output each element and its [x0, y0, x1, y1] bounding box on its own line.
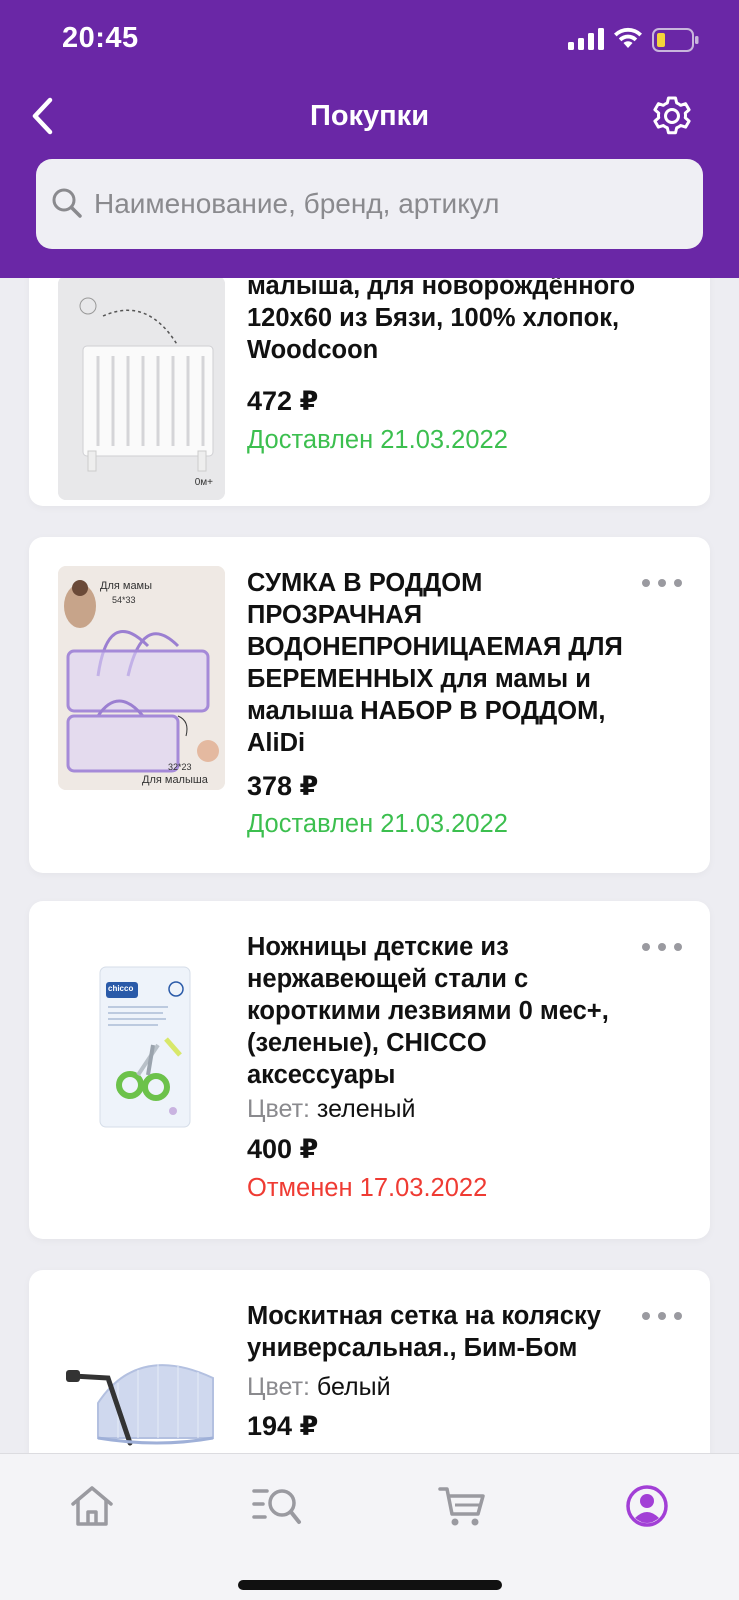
image-age-label: 0м+	[194, 477, 213, 488]
tab-profile[interactable]	[617, 1478, 677, 1538]
search-icon	[50, 186, 86, 222]
purchase-card[interactable]: 0м+ малыша, для новорождённого 120х60 из…	[29, 278, 710, 506]
page-title: Покупки	[309, 100, 430, 132]
cellular-signal-icon	[568, 28, 604, 55]
wifi-icon	[613, 26, 643, 55]
product-image-bag: Для мамы 54*33 32*23 Для малыша	[58, 566, 225, 790]
product-color: Цвет: зеленый	[247, 1095, 415, 1124]
image-label-mom-size: 54*33	[112, 595, 136, 605]
tab-cart[interactable]	[432, 1478, 492, 1538]
color-label: Цвет:	[247, 1095, 310, 1123]
status-time: 20:45	[62, 22, 139, 54]
more-options-button[interactable]	[642, 1304, 682, 1328]
product-price: 194 ₽	[247, 1411, 319, 1441]
purchase-card[interactable]: chicco Ножницы детские из нержавеющей ст…	[29, 901, 710, 1239]
status-bar: 20:45	[0, 0, 739, 80]
product-price: 400 ₽	[247, 1134, 319, 1164]
product-price: 472 ₽	[247, 386, 319, 416]
gear-icon	[651, 95, 693, 142]
purchase-card[interactable]: Для мамы 54*33 32*23 Для малыша СУМКА В …	[29, 537, 710, 873]
home-indicator	[238, 1580, 502, 1590]
product-color: Цвет: белый	[247, 1373, 391, 1402]
purchase-card[interactable]: Москитная сетка на коляску универсальная…	[29, 1270, 710, 1453]
tab-catalog[interactable]	[247, 1478, 307, 1538]
color-value: белый	[316, 1373, 391, 1401]
order-status: Доставлен 21.03.2022	[247, 810, 508, 838]
product-title: СУМКА В РОДДОМ ПРОЗРАЧНАЯ ВОДОНЕПРОНИЦАЕ…	[247, 569, 623, 757]
more-options-button[interactable]	[642, 571, 682, 595]
search-box[interactable]	[36, 159, 703, 249]
product-image-scissors: chicco	[58, 957, 225, 1181]
battery-icon	[652, 28, 700, 57]
header: 20:45 Покупки Наименование, бренд, артик…	[0, 0, 739, 278]
product-price: 378 ₽	[247, 771, 319, 801]
product-image-mosquito-net	[58, 1348, 225, 1453]
product-title: малыша, для новорождённого 120х60 из Бяз…	[247, 278, 636, 364]
more-options-button[interactable]	[642, 935, 682, 959]
product-title: Ножницы детские из нержавеющей стали с к…	[247, 933, 609, 1089]
home-icon	[69, 1484, 115, 1533]
product-title: Москитная сетка на коляску универсальная…	[247, 1302, 601, 1362]
product-image-crib: 0м+	[58, 278, 225, 500]
image-label-baby: Для малыша	[142, 774, 208, 786]
profile-icon	[625, 1484, 669, 1533]
purchases-list: 0м+ малыша, для новорождённого 120х60 из…	[0, 278, 739, 1453]
brand-logo-label: chicco	[108, 984, 134, 993]
tab-home[interactable]	[62, 1478, 122, 1538]
color-label: Цвет:	[247, 1373, 310, 1401]
order-status: Отменен 17.03.2022	[247, 1174, 488, 1202]
order-status: Доставлен 21.03.2022	[247, 426, 508, 454]
color-value: зеленый	[316, 1095, 416, 1123]
search-input[interactable]	[94, 188, 674, 220]
image-label-mom: Для мамы	[100, 580, 153, 592]
cart-icon	[438, 1484, 486, 1533]
settings-button[interactable]	[646, 92, 698, 144]
catalog-search-icon	[251, 1484, 303, 1533]
image-label-baby-size: 32*23	[168, 762, 192, 772]
tab-bar	[0, 1453, 739, 1600]
